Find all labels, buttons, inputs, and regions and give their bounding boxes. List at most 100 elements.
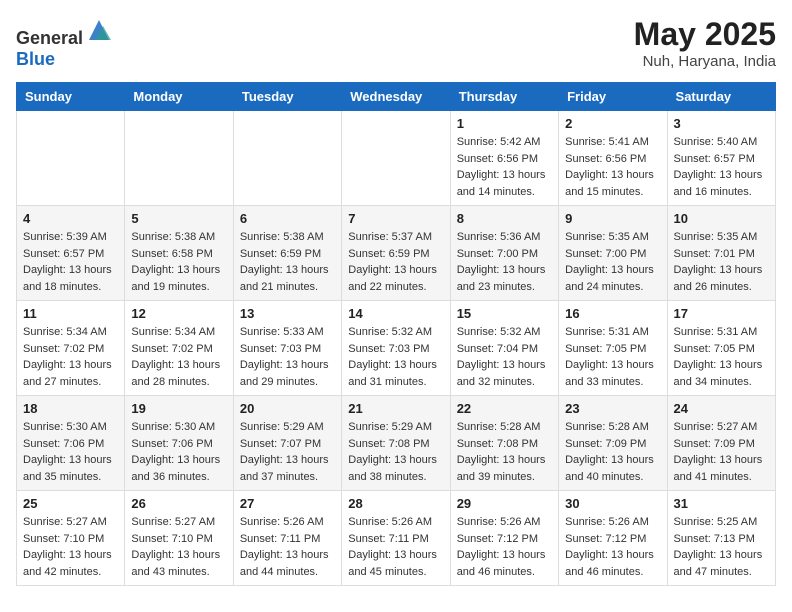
table-row: 14 Sunrise: 5:32 AM Sunset: 7:03 PM Dayli… xyxy=(342,301,450,396)
table-row: 5 Sunrise: 5:38 AM Sunset: 6:58 PM Daylig… xyxy=(125,206,233,301)
day-number: 9 xyxy=(565,211,660,226)
day-info: Sunrise: 5:26 AM Sunset: 7:12 PM Dayligh… xyxy=(565,514,660,580)
calendar-week-row: 25 Sunrise: 5:27 AM Sunset: 7:10 PM Dayli… xyxy=(17,491,776,586)
day-info: Sunrise: 5:31 AM Sunset: 7:05 PM Dayligh… xyxy=(674,324,769,390)
table-row: 31 Sunrise: 5:25 AM Sunset: 7:13 PM Dayli… xyxy=(667,491,775,586)
day-info: Sunrise: 5:25 AM Sunset: 7:13 PM Dayligh… xyxy=(674,514,769,580)
day-info: Sunrise: 5:27 AM Sunset: 7:10 PM Dayligh… xyxy=(23,514,118,580)
col-sunday: Sunday xyxy=(17,83,125,111)
day-number: 1 xyxy=(457,116,552,131)
day-number: 19 xyxy=(131,401,226,416)
page-title: May 2025 xyxy=(634,16,776,53)
table-row: 16 Sunrise: 5:31 AM Sunset: 7:05 PM Dayli… xyxy=(559,301,667,396)
col-friday: Friday xyxy=(559,83,667,111)
day-number: 8 xyxy=(457,211,552,226)
day-number: 6 xyxy=(240,211,335,226)
day-number: 21 xyxy=(348,401,443,416)
day-number: 4 xyxy=(23,211,118,226)
table-row xyxy=(342,111,450,206)
page-subtitle: Nuh, Haryana, India xyxy=(634,53,776,70)
day-info: Sunrise: 5:26 AM Sunset: 7:11 PM Dayligh… xyxy=(240,514,335,580)
table-row: 13Sunrise: 5:33 AM Sunset: 7:03 PM Dayli… xyxy=(233,301,341,396)
logo-blue: Blue xyxy=(16,49,55,69)
day-info: Sunrise: 5:40 AM Sunset: 6:57 PM Dayligh… xyxy=(674,134,769,200)
logo-icon xyxy=(85,16,113,44)
table-row: 6 Sunrise: 5:38 AM Sunset: 6:59 PM Daylig… xyxy=(233,206,341,301)
day-info: Sunrise: 5:26 AM Sunset: 7:12 PM Dayligh… xyxy=(457,514,552,580)
day-number: 3 xyxy=(674,116,769,131)
logo: General Blue xyxy=(16,16,113,70)
day-info: Sunrise: 5:34 AM Sunset: 7:02 PM Dayligh… xyxy=(23,324,118,390)
day-number: 14 xyxy=(348,306,443,321)
table-row: 30Sunrise: 5:26 AM Sunset: 7:12 PM Dayli… xyxy=(559,491,667,586)
col-thursday: Thursday xyxy=(450,83,558,111)
table-row: 4Sunrise: 5:39 AM Sunset: 6:57 PM Daylig… xyxy=(17,206,125,301)
table-row: 23 Sunrise: 5:28 AM Sunset: 7:09 PM Dayli… xyxy=(559,396,667,491)
day-number: 24 xyxy=(674,401,769,416)
day-info: Sunrise: 5:28 AM Sunset: 7:09 PM Dayligh… xyxy=(565,419,660,485)
day-info: Sunrise: 5:36 AM Sunset: 7:00 PM Dayligh… xyxy=(457,229,552,295)
table-row: 12 Sunrise: 5:34 AM Sunset: 7:02 PM Dayli… xyxy=(125,301,233,396)
logo-general: General xyxy=(16,28,83,48)
table-row: 15Sunrise: 5:32 AM Sunset: 7:04 PM Dayli… xyxy=(450,301,558,396)
calendar-week-row: 18 Sunrise: 5:30 AM Sunset: 7:06 PM Dayli… xyxy=(17,396,776,491)
table-row: 9 Sunrise: 5:35 AM Sunset: 7:00 PM Daylig… xyxy=(559,206,667,301)
day-info: Sunrise: 5:27 AM Sunset: 7:10 PM Dayligh… xyxy=(131,514,226,580)
day-number: 16 xyxy=(565,306,660,321)
table-row: 1Sunrise: 5:42 AM Sunset: 6:56 PM Daylig… xyxy=(450,111,558,206)
table-row: 28 Sunrise: 5:26 AM Sunset: 7:11 PM Dayli… xyxy=(342,491,450,586)
table-row: 26 Sunrise: 5:27 AM Sunset: 7:10 PM Dayli… xyxy=(125,491,233,586)
title-block: May 2025 Nuh, Haryana, India xyxy=(634,16,776,70)
table-row: 27 Sunrise: 5:26 AM Sunset: 7:11 PM Dayli… xyxy=(233,491,341,586)
page-header: General Blue May 2025 Nuh, Haryana, Indi… xyxy=(16,16,776,70)
calendar-header-row: Sunday Monday Tuesday Wednesday Thursday… xyxy=(17,83,776,111)
day-number: 23 xyxy=(565,401,660,416)
day-number: 5 xyxy=(131,211,226,226)
day-info: Sunrise: 5:37 AM Sunset: 6:59 PM Dayligh… xyxy=(348,229,443,295)
day-number: 12 xyxy=(131,306,226,321)
day-number: 31 xyxy=(674,496,769,511)
day-info: Sunrise: 5:41 AM Sunset: 6:56 PM Dayligh… xyxy=(565,134,660,200)
calendar-week-row: 4Sunrise: 5:39 AM Sunset: 6:57 PM Daylig… xyxy=(17,206,776,301)
day-number: 20 xyxy=(240,401,335,416)
day-number: 25 xyxy=(23,496,118,511)
table-row: 19 Sunrise: 5:30 AM Sunset: 7:06 PM Dayli… xyxy=(125,396,233,491)
table-row: 2 Sunrise: 5:41 AM Sunset: 6:56 PM Daylig… xyxy=(559,111,667,206)
day-number: 27 xyxy=(240,496,335,511)
day-info: Sunrise: 5:32 AM Sunset: 7:04 PM Dayligh… xyxy=(457,324,552,390)
day-info: Sunrise: 5:29 AM Sunset: 7:07 PM Dayligh… xyxy=(240,419,335,485)
day-info: Sunrise: 5:34 AM Sunset: 7:02 PM Dayligh… xyxy=(131,324,226,390)
day-number: 28 xyxy=(348,496,443,511)
day-number: 17 xyxy=(674,306,769,321)
table-row: 10Sunrise: 5:35 AM Sunset: 7:01 PM Dayli… xyxy=(667,206,775,301)
col-wednesday: Wednesday xyxy=(342,83,450,111)
day-info: Sunrise: 5:32 AM Sunset: 7:03 PM Dayligh… xyxy=(348,324,443,390)
day-info: Sunrise: 5:33 AM Sunset: 7:03 PM Dayligh… xyxy=(240,324,335,390)
col-saturday: Saturday xyxy=(667,83,775,111)
day-number: 7 xyxy=(348,211,443,226)
day-number: 18 xyxy=(23,401,118,416)
day-info: Sunrise: 5:28 AM Sunset: 7:08 PM Dayligh… xyxy=(457,419,552,485)
table-row: 25 Sunrise: 5:27 AM Sunset: 7:10 PM Dayli… xyxy=(17,491,125,586)
day-info: Sunrise: 5:38 AM Sunset: 6:58 PM Dayligh… xyxy=(131,229,226,295)
calendar-week-row: 1Sunrise: 5:42 AM Sunset: 6:56 PM Daylig… xyxy=(17,111,776,206)
table-row: 7 Sunrise: 5:37 AM Sunset: 6:59 PM Daylig… xyxy=(342,206,450,301)
day-info: Sunrise: 5:27 AM Sunset: 7:09 PM Dayligh… xyxy=(674,419,769,485)
day-info: Sunrise: 5:35 AM Sunset: 7:00 PM Dayligh… xyxy=(565,229,660,295)
day-info: Sunrise: 5:31 AM Sunset: 7:05 PM Dayligh… xyxy=(565,324,660,390)
table-row: 21Sunrise: 5:29 AM Sunset: 7:08 PM Dayli… xyxy=(342,396,450,491)
day-info: Sunrise: 5:38 AM Sunset: 6:59 PM Dayligh… xyxy=(240,229,335,295)
day-number: 11 xyxy=(23,306,118,321)
day-number: 26 xyxy=(131,496,226,511)
table-row: 11 Sunrise: 5:34 AM Sunset: 7:02 PM Dayli… xyxy=(17,301,125,396)
day-info: Sunrise: 5:35 AM Sunset: 7:01 PM Dayligh… xyxy=(674,229,769,295)
day-info: Sunrise: 5:30 AM Sunset: 7:06 PM Dayligh… xyxy=(131,419,226,485)
day-info: Sunrise: 5:30 AM Sunset: 7:06 PM Dayligh… xyxy=(23,419,118,485)
calendar-week-row: 11 Sunrise: 5:34 AM Sunset: 7:02 PM Dayli… xyxy=(17,301,776,396)
table-row: 20 Sunrise: 5:29 AM Sunset: 7:07 PM Dayli… xyxy=(233,396,341,491)
table-row: 18 Sunrise: 5:30 AM Sunset: 7:06 PM Dayli… xyxy=(17,396,125,491)
table-row: 8 Sunrise: 5:36 AM Sunset: 7:00 PM Daylig… xyxy=(450,206,558,301)
day-info: Sunrise: 5:26 AM Sunset: 7:11 PM Dayligh… xyxy=(348,514,443,580)
day-number: 2 xyxy=(565,116,660,131)
table-row: 29Sunrise: 5:26 AM Sunset: 7:12 PM Dayli… xyxy=(450,491,558,586)
